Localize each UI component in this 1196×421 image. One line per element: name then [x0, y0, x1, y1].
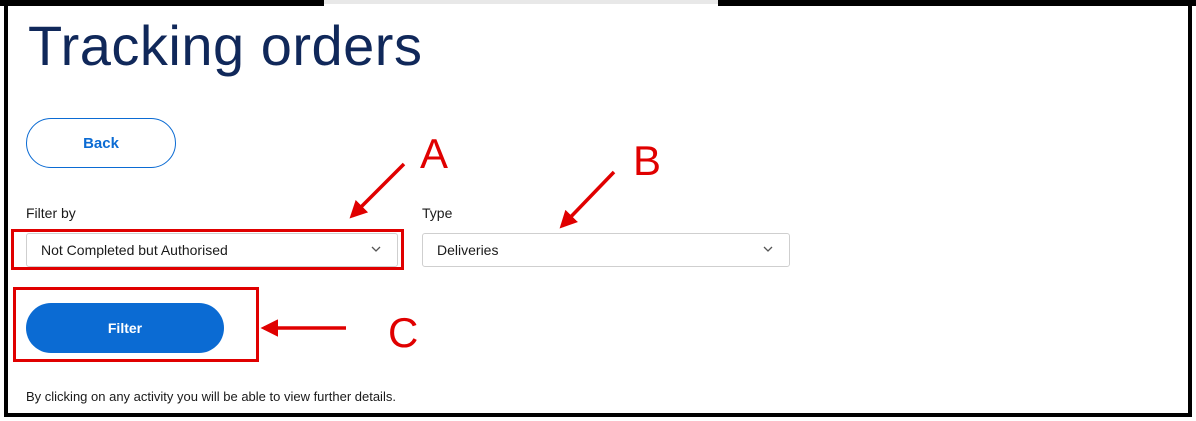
arrow-b — [559, 170, 616, 229]
annotation-arrows — [260, 162, 616, 337]
arrow-a — [349, 162, 406, 219]
